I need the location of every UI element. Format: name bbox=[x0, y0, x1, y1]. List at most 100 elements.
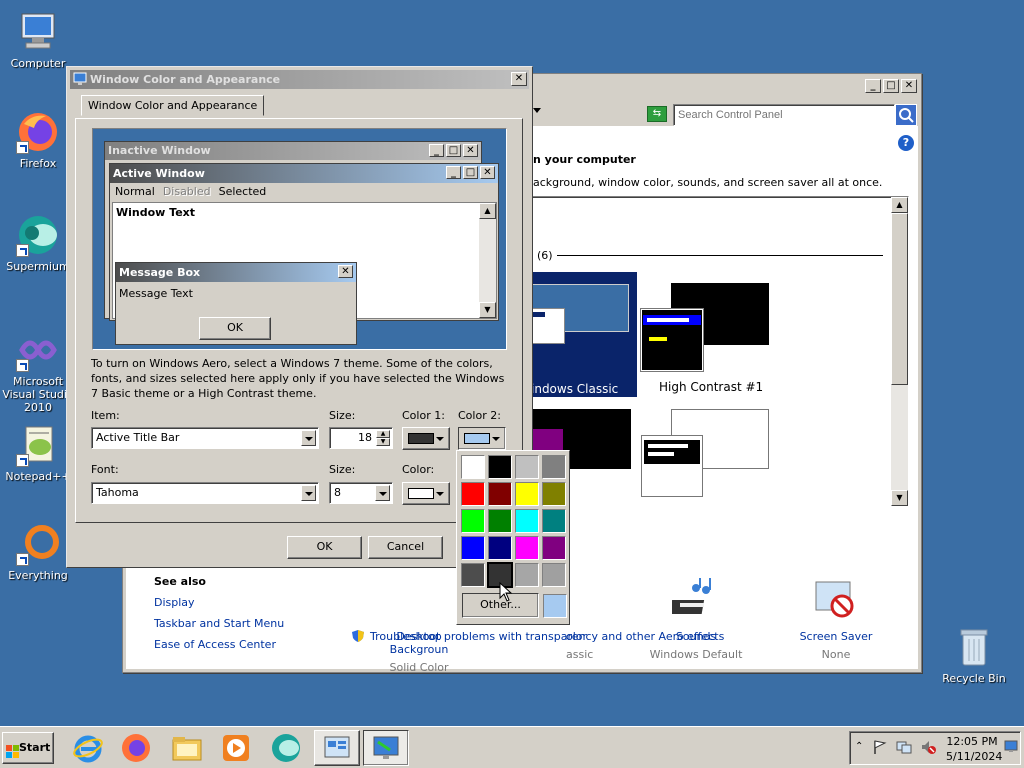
everything-icon bbox=[16, 522, 60, 566]
color-swatch[interactable] bbox=[542, 482, 566, 506]
chevron-down-icon[interactable] bbox=[375, 485, 390, 501]
spin-down-icon[interactable]: ▼ bbox=[376, 438, 390, 446]
color-swatch[interactable] bbox=[461, 482, 485, 506]
preview-min-icon: _ bbox=[429, 144, 444, 157]
clock[interactable]: 12:05 PM 5/11/2024 bbox=[946, 734, 1002, 764]
group-divider bbox=[557, 255, 883, 256]
color2-button[interactable] bbox=[458, 427, 506, 450]
desktop-icon-supermium[interactable]: Supermium bbox=[0, 213, 76, 273]
preview-active-title: Active Window bbox=[110, 164, 498, 183]
preview-msgbox-title: Message Box bbox=[116, 263, 356, 282]
aero-info-text: To turn on Windows Aero, select a Window… bbox=[91, 357, 505, 400]
color-swatch[interactable] bbox=[542, 509, 566, 533]
color-swatch[interactable] bbox=[461, 455, 485, 479]
size-spinner[interactable]: 18 ▲ ▼ bbox=[329, 427, 393, 449]
minimize-button[interactable]: _ bbox=[865, 79, 881, 93]
network-icon[interactable] bbox=[896, 739, 912, 755]
close-button[interactable]: ✕ bbox=[901, 79, 917, 93]
color-swatch[interactable] bbox=[515, 563, 539, 587]
preview-close-icon: ✕ bbox=[480, 166, 495, 179]
color-swatch[interactable] bbox=[515, 455, 539, 479]
troubleshoot-link[interactable]: Troubleshoot problems with transparency … bbox=[370, 630, 724, 643]
color-swatch[interactable] bbox=[542, 536, 566, 560]
gallery-scrollbar[interactable]: ▲ ▼ bbox=[891, 197, 908, 506]
appearance-preview: Inactive Window _ □ ✕ Active Window _ □ … bbox=[92, 128, 507, 350]
color-swatch[interactable] bbox=[515, 509, 539, 533]
supermium-taskbar-icon[interactable] bbox=[270, 732, 302, 764]
desktop-icon-label: Notepad++ bbox=[5, 470, 71, 483]
color-swatch[interactable] bbox=[461, 536, 485, 560]
start-button[interactable]: Start bbox=[2, 732, 54, 764]
item-label: Item: bbox=[91, 409, 120, 422]
color-swatch[interactable] bbox=[542, 563, 566, 587]
chevron-down-icon[interactable] bbox=[301, 430, 316, 446]
color1-button[interactable] bbox=[402, 427, 450, 450]
color-swatch[interactable] bbox=[515, 536, 539, 560]
volume-muted-icon[interactable] bbox=[920, 739, 936, 755]
custom-color-swatch[interactable] bbox=[543, 594, 567, 618]
see-also-link-display[interactable]: Display bbox=[154, 596, 195, 609]
search-input[interactable] bbox=[673, 104, 895, 126]
monitor-icon bbox=[73, 72, 87, 86]
action-center-flag-icon[interactable] bbox=[872, 739, 888, 755]
window-color-taskbar-button[interactable] bbox=[363, 730, 409, 766]
color-swatch[interactable] bbox=[515, 482, 539, 506]
desktop-icon-computer[interactable]: Computer bbox=[0, 10, 76, 70]
scroll-down-icon[interactable]: ▼ bbox=[891, 490, 908, 506]
shield-icon bbox=[351, 629, 365, 643]
color-swatch[interactable] bbox=[488, 536, 512, 560]
preview-scroll-down-icon: ▼ bbox=[479, 302, 496, 318]
taskbar: Start ⌃ 12:05 PM 5/11/2024 bbox=[0, 726, 1024, 768]
color-swatch[interactable] bbox=[542, 455, 566, 479]
tab-window-color-appearance[interactable]: Window Color and Appearance bbox=[81, 95, 265, 116]
ok-button[interactable]: OK bbox=[287, 536, 362, 559]
media-player-icon[interactable] bbox=[220, 732, 252, 764]
desktop-icon-visual-studio[interactable]: Microsoft Visual Studio 2010 bbox=[0, 328, 76, 414]
font-color-button[interactable] bbox=[402, 482, 450, 505]
control-panel-taskbar-button[interactable] bbox=[314, 730, 360, 766]
item-subtitle: None bbox=[821, 648, 851, 661]
chevron-down-icon[interactable] bbox=[301, 485, 316, 501]
font-select[interactable]: Tahoma bbox=[91, 482, 319, 504]
desktop-icon-recycle-bin[interactable]: Recycle Bin bbox=[936, 625, 1012, 685]
maximize-button[interactable]: □ bbox=[883, 79, 899, 93]
spin-up-icon[interactable]: ▲ bbox=[376, 430, 390, 438]
file-explorer-icon[interactable] bbox=[171, 732, 203, 764]
color-swatch[interactable] bbox=[461, 563, 485, 587]
see-also-link-ease-of-access[interactable]: Ease of Access Center bbox=[154, 638, 276, 651]
color-swatch[interactable] bbox=[488, 509, 512, 533]
help-icon[interactable]: ? bbox=[898, 135, 914, 151]
search-icon[interactable] bbox=[895, 104, 917, 126]
theme-windows-classic[interactable]: indows Classic bbox=[531, 272, 637, 397]
sounds-item[interactable]: Sounds Windows Default bbox=[646, 576, 746, 661]
desktop-icon-firefox[interactable]: Firefox bbox=[0, 110, 76, 170]
font-size-select[interactable]: 8 bbox=[329, 482, 393, 504]
item-title: Screen Saver bbox=[799, 630, 873, 643]
cancel-button[interactable]: Cancel bbox=[368, 536, 443, 559]
scroll-up-icon[interactable]: ▲ bbox=[891, 197, 908, 213]
color-swatch[interactable] bbox=[461, 509, 485, 533]
preview-menu-selected: Selected bbox=[218, 185, 267, 198]
scroll-thumb[interactable] bbox=[891, 213, 908, 385]
color-swatch[interactable] bbox=[488, 482, 512, 506]
address-dropdown-arrow[interactable] bbox=[533, 108, 543, 118]
screen-saver-item[interactable]: Screen Saver None bbox=[786, 578, 886, 661]
firefox-taskbar-icon[interactable] bbox=[120, 732, 152, 764]
theme-high-contrast-1[interactable]: High Contrast #1 bbox=[640, 283, 771, 395]
desktop-icon-notepadpp[interactable]: Notepad++ bbox=[0, 423, 76, 483]
color2-label: Color 2: bbox=[458, 409, 501, 422]
show-desktop-icon[interactable] bbox=[1004, 739, 1018, 753]
preview-message-box: Message Box ✕ Message Text OK bbox=[115, 262, 357, 345]
show-hidden-icons-icon[interactable]: ⌃ bbox=[855, 741, 863, 752]
desktop-icon-everything[interactable]: Everything bbox=[0, 522, 76, 582]
sounds-icon bbox=[669, 576, 720, 624]
dialog-close-button[interactable]: ✕ bbox=[511, 72, 527, 86]
item-select[interactable]: Active Title Bar bbox=[91, 427, 319, 449]
internet-explorer-icon[interactable] bbox=[72, 732, 104, 764]
item-select-value: Active Title Bar bbox=[96, 431, 180, 444]
color-swatch[interactable] bbox=[488, 455, 512, 479]
see-also-link-taskbar[interactable]: Taskbar and Start Menu bbox=[154, 617, 284, 630]
font-size-label: Size: bbox=[329, 463, 356, 476]
visual-studio-icon bbox=[16, 328, 60, 372]
refresh-icon[interactable]: ⇆ bbox=[647, 106, 667, 122]
